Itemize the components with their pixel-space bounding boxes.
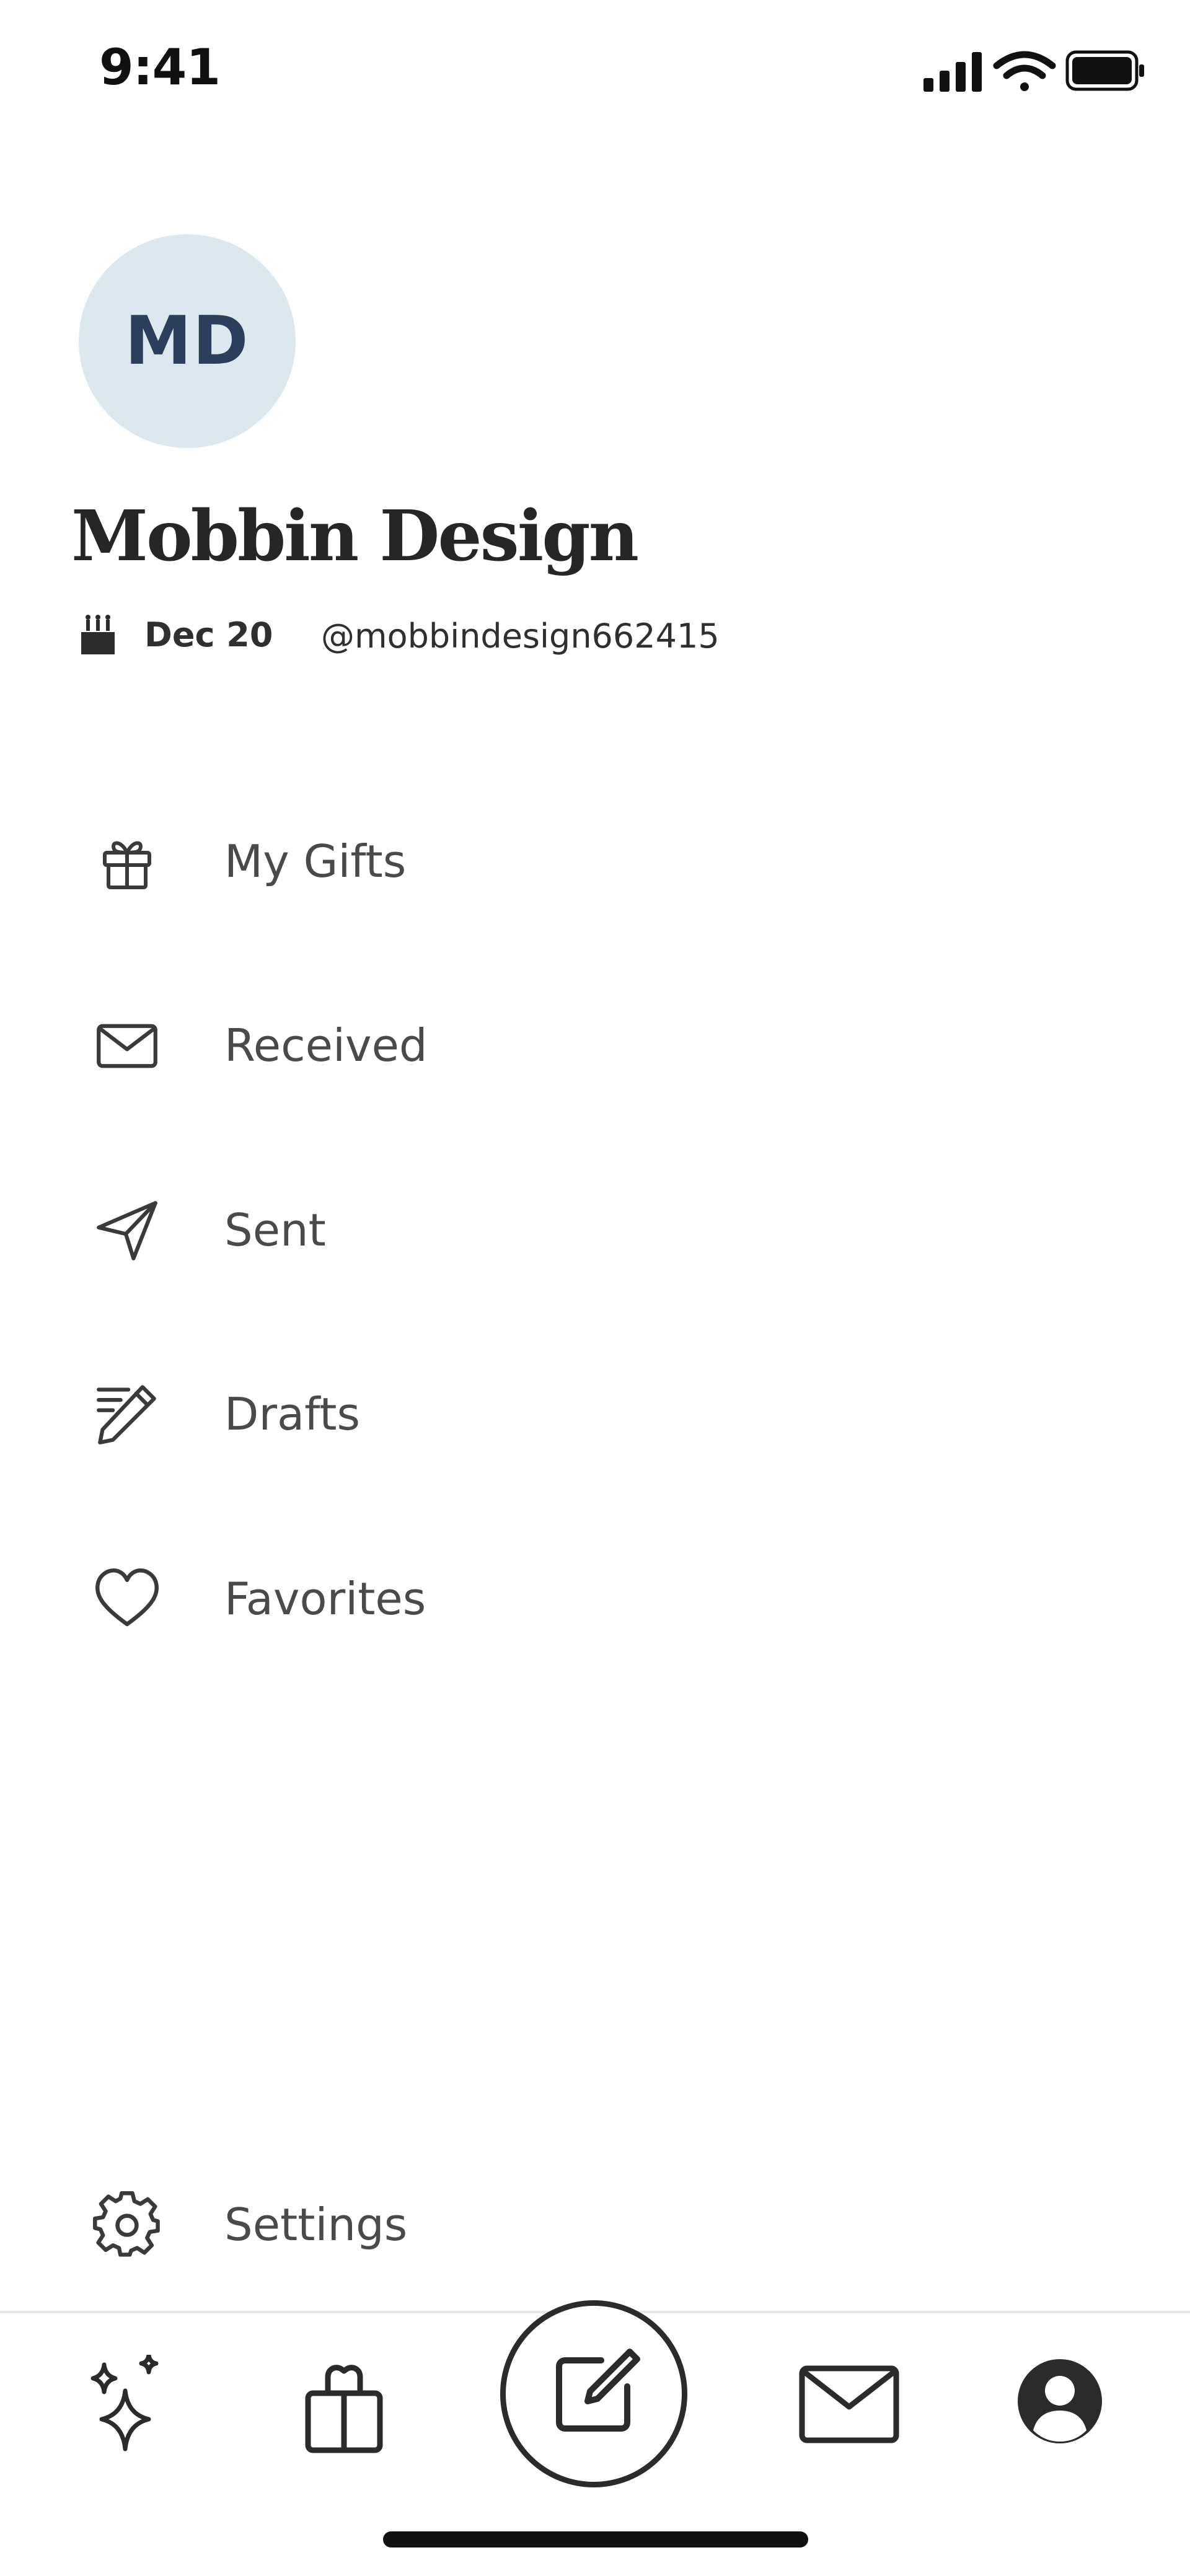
mail-icon: [799, 2365, 899, 2443]
heart-icon: [93, 1565, 161, 1633]
menu-item-my-gifts[interactable]: My Gifts: [93, 806, 1085, 917]
menu-item-label: Settings: [224, 2199, 408, 2251]
menu-item-settings[interactable]: Settings: [93, 2169, 1085, 2280]
birthday-date: Dec 20: [144, 615, 273, 654]
gift-icon: [93, 827, 161, 895]
paper-plane-icon: [93, 1196, 161, 1264]
wifi-icon: [993, 51, 1056, 91]
profile-icon: [1018, 2359, 1102, 2443]
home-indicator: [383, 2531, 808, 2547]
tab-inbox[interactable]: [793, 2355, 905, 2454]
menu-item-label: My Gifts: [224, 835, 407, 887]
menu-item-favorites[interactable]: Favorites: [93, 1543, 1085, 1655]
gift-bag-icon: [305, 2365, 383, 2453]
menu-item-label: Favorites: [224, 1573, 426, 1625]
username-handle: @mobbindesign662415: [321, 617, 720, 656]
pencil-icon: [93, 1380, 161, 1448]
avatar[interactable]: MD: [79, 234, 296, 448]
status-icons: [923, 50, 1144, 92]
menu-item-label: Sent: [224, 1204, 326, 1256]
menu-item-label: Drafts: [224, 1388, 360, 1440]
menu-item-drafts[interactable]: Drafts: [93, 1358, 1085, 1470]
birthday-cake-icon: [81, 615, 115, 654]
gear-icon: [93, 2191, 161, 2259]
status-time: 9:41: [99, 38, 221, 96]
tab-gifts[interactable]: [291, 2355, 397, 2460]
sparkles-icon: [90, 2355, 159, 2451]
menu-item-received[interactable]: Received: [93, 990, 1085, 1101]
menu-item-label: Received: [224, 1019, 428, 1071]
envelope-icon: [93, 1011, 161, 1079]
tab-profile[interactable]: [1010, 2352, 1109, 2451]
compose-icon: [556, 2349, 640, 2432]
battery-icon: [1065, 50, 1144, 91]
cellular-signal-icon: [923, 52, 982, 92]
menu-item-sent[interactable]: Sent: [93, 1174, 1085, 1286]
tab-discover[interactable]: [84, 2349, 170, 2460]
avatar-initials: MD: [125, 302, 250, 380]
compose-button[interactable]: [500, 2300, 687, 2487]
profile-name: Mobbin Design: [71, 496, 639, 577]
